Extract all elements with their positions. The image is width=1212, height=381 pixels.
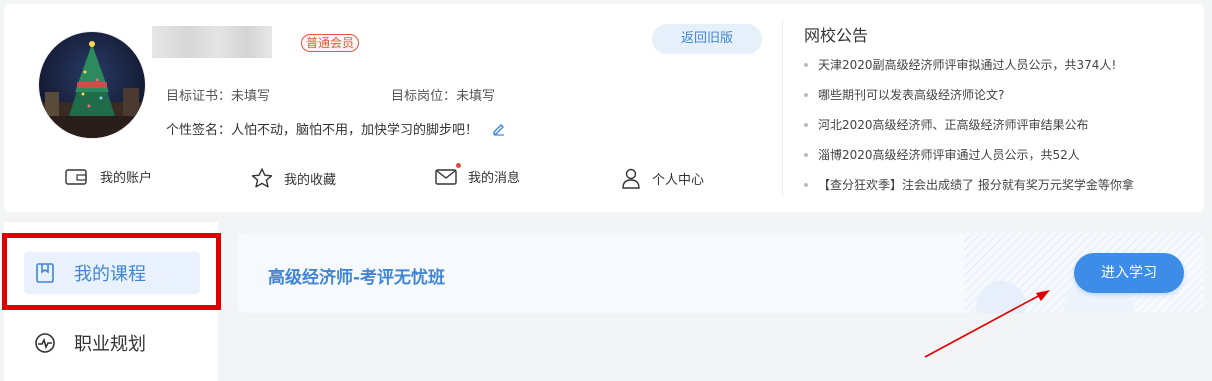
notice-list: 天津2020副高级经济师评审拟通过人员公示，共374人! 哪些期刊可以发表高级经… <box>802 54 1134 204</box>
target-post: 目标岗位：未填写 <box>391 85 495 104</box>
signature-line: 个性签名： 人怕不动，脑怕不用，加快学习的脚步吧！ <box>166 119 506 138</box>
sidebar-item-my-courses[interactable]: 我的课程 <box>24 252 200 294</box>
course-title[interactable]: 高级经济师-考评无忧班 <box>268 263 445 288</box>
notice-item[interactable]: 【查分狂欢季】注会出成绩了 报分就有奖万元奖学金等你拿 <box>802 174 1134 204</box>
unread-dot <box>456 163 461 168</box>
notice-title: 网校公告 <box>804 26 869 45</box>
notice-item-text: 【查分狂欢季】注会出成绩了 报分就有奖万元奖学金等你拿 <box>818 178 1134 192</box>
bullet-icon <box>804 153 808 157</box>
signature-label: 个性签名： <box>166 123 232 138</box>
bullet-icon <box>804 123 808 127</box>
my-messages-link[interactable]: 我的消息 <box>434 163 521 186</box>
notice-item[interactable]: 河北2020高级经济师、正高级经济师评审结果公布 <box>802 114 1134 144</box>
target-cert: 目标证书：未填写 <box>166 85 270 104</box>
notice-item-text: 哪些期刊可以发表高级经济师论文? <box>818 88 1005 102</box>
bullet-icon <box>804 183 808 187</box>
member-badge: 普通会员 <box>301 34 360 52</box>
star-icon <box>251 168 273 188</box>
my-account-label: 我的账户 <box>100 171 153 186</box>
mail-icon <box>435 168 457 185</box>
sidebar: 我的课程 职业规划 <box>4 222 218 381</box>
sidebar-item-label: 职业规划 <box>74 334 146 355</box>
vertical-divider <box>782 20 783 196</box>
wallet-icon <box>65 168 87 185</box>
personal-center-link[interactable]: 个人中心 <box>620 167 704 189</box>
bookmark-icon <box>36 263 54 283</box>
activity-icon <box>35 333 55 353</box>
user-avatar[interactable] <box>39 32 145 138</box>
user-icon <box>622 168 640 189</box>
back-to-old-version-button[interactable]: 返回旧版 <box>652 24 762 54</box>
notice-item[interactable]: 淄博2020高级经济师评审通过人员公示，共52人 <box>802 144 1134 174</box>
bullet-icon <box>804 63 808 67</box>
christmas-tree-photo <box>39 32 145 138</box>
target-post-label: 目标岗位： <box>391 89 457 104</box>
notice-item[interactable]: 天津2020副高级经济师评审拟通过人员公示，共374人! <box>802 54 1134 84</box>
sidebar-item-career-planning[interactable]: 职业规划 <box>24 322 200 364</box>
target-cert-value: 未填写 <box>231 89 271 104</box>
personal-center-label: 个人中心 <box>652 172 705 188</box>
notice-item-text: 淄博2020高级经济师评审通过人员公示，共52人 <box>818 148 1080 162</box>
bullet-icon <box>804 93 808 97</box>
my-messages-label: 我的消息 <box>468 171 521 186</box>
sidebar-item-label: 我的课程 <box>74 264 146 285</box>
target-post-value: 未填写 <box>456 89 496 104</box>
my-favorites-label: 我的收藏 <box>284 172 337 188</box>
course-card: 高级经济师-考评无忧班 进入学习 <box>238 233 1204 313</box>
edit-pencil-icon[interactable] <box>492 122 506 136</box>
signature-value: 人怕不动，脑怕不用，加快学习的脚步吧！ <box>231 123 479 138</box>
notice-item-text: 河北2020高级经济师、正高级经济师评审结果公布 <box>818 118 1089 132</box>
my-account-link[interactable]: 我的账户 <box>64 167 152 186</box>
profile-card: 普通会员 返回旧版 目标证书：未填写 目标岗位：未填写 个性签名： 人怕不动，脑怕… <box>4 4 1204 212</box>
enter-study-button[interactable]: 进入学习 <box>1074 253 1184 293</box>
notice-item[interactable]: 哪些期刊可以发表高级经济师论文? <box>802 84 1134 114</box>
username-blurred <box>152 26 272 58</box>
target-cert-label: 目标证书： <box>166 89 232 104</box>
notice-item-text: 天津2020副高级经济师评审拟通过人员公示，共374人! <box>818 58 1117 72</box>
my-favorites-link[interactable]: 我的收藏 <box>250 167 336 189</box>
